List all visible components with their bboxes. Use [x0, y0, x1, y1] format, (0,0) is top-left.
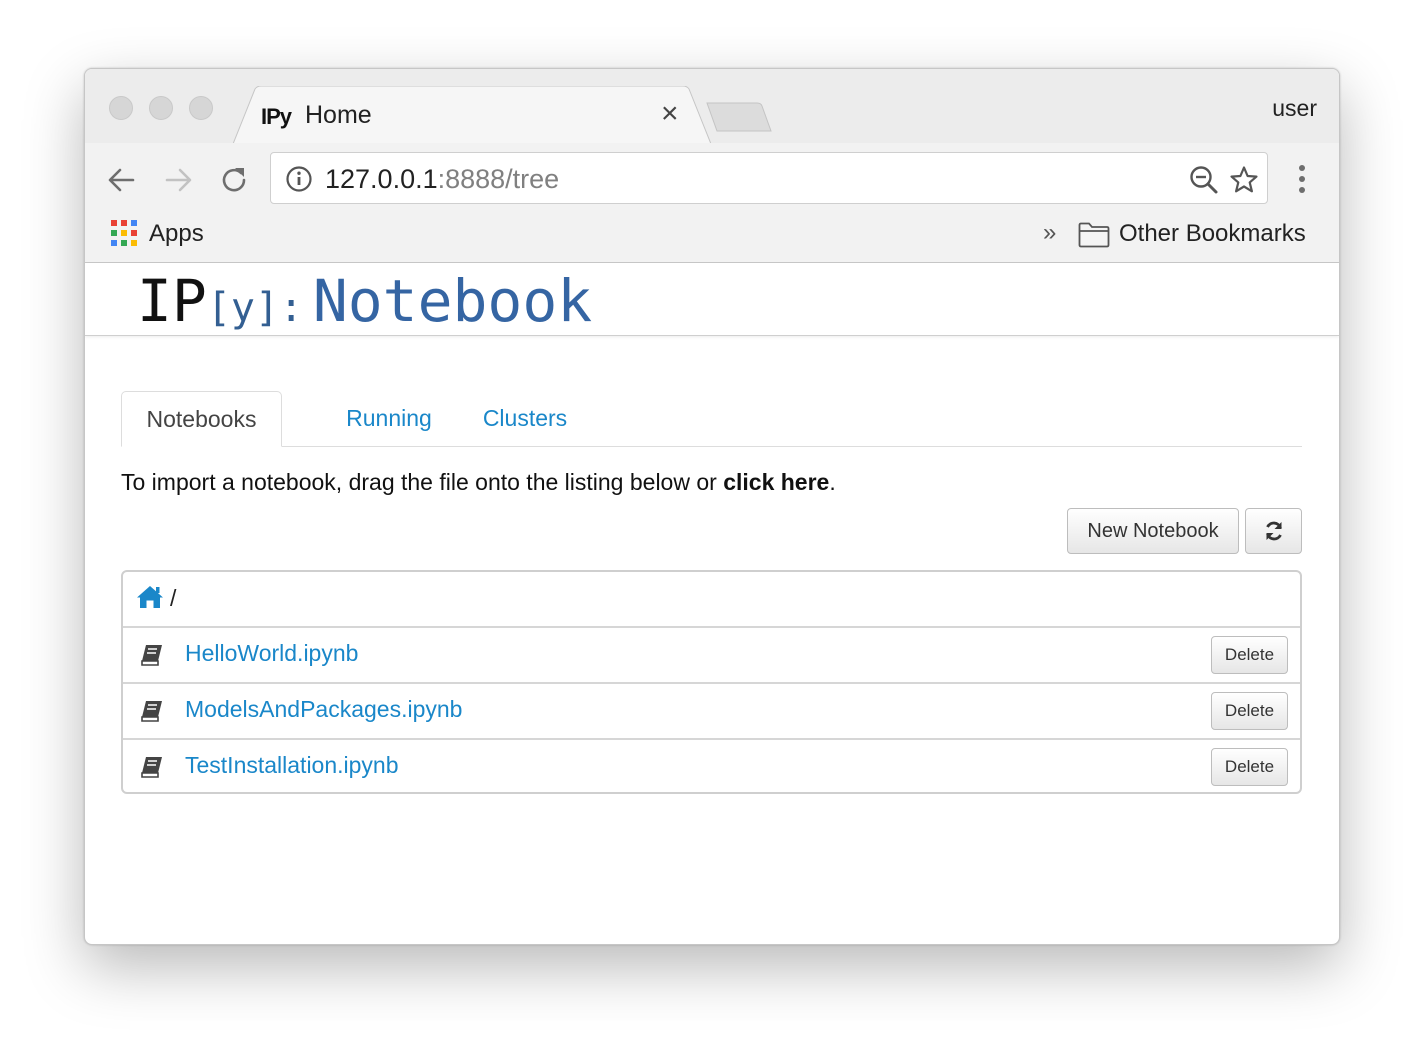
logo-ip-text: IP: [137, 267, 207, 335]
notebook-link[interactable]: ModelsAndPackages.ipynb: [185, 696, 462, 723]
bookmarks-bar: Apps » Other Bookmarks: [85, 215, 1339, 263]
list-item: TestInstallation.ipynb Delete: [123, 738, 1300, 794]
back-arrow-icon[interactable]: [105, 163, 139, 197]
notebook-link[interactable]: HelloWorld.ipynb: [185, 640, 358, 667]
reload-icon[interactable]: [217, 163, 251, 197]
other-bookmarks[interactable]: Other Bookmarks: [1119, 220, 1306, 248]
notebook-book-icon: [141, 645, 162, 666]
breadcrumb: /: [123, 572, 1300, 626]
delete-button[interactable]: Delete: [1211, 636, 1288, 674]
logo-y-text: [y]:: [206, 285, 304, 331]
url-text[interactable]: 127.0.0.1:8888/tree: [325, 164, 559, 195]
breadcrumb-separator: /: [170, 585, 177, 611]
url-path: :8888/tree: [437, 164, 560, 194]
notebook-list: / HelloWorld.ipynb Delete ModelsAndPacka…: [121, 570, 1302, 794]
click-here-link[interactable]: click here: [723, 469, 829, 495]
dashboard-tabs: Notebooks Running Clusters: [121, 391, 1302, 447]
notebook-link[interactable]: TestInstallation.ipynb: [185, 752, 399, 779]
browser-menu-icon[interactable]: [1290, 163, 1314, 197]
bookmarks-overflow-icon[interactable]: »: [1043, 219, 1056, 247]
info-icon[interactable]: [285, 165, 313, 193]
apps-bookmark[interactable]: Apps: [149, 220, 204, 248]
zoom-window-button[interactable]: [189, 96, 213, 120]
bookmark-star-icon[interactable]: [1229, 165, 1259, 195]
list-item: ModelsAndPackages.ipynb Delete: [123, 682, 1300, 738]
browser-tab-home[interactable]: IPy Home ×: [233, 86, 711, 144]
refresh-button[interactable]: [1245, 508, 1302, 554]
new-notebook-button[interactable]: New Notebook: [1067, 508, 1239, 554]
import-text-prefix: To import a notebook, drag the file onto…: [121, 469, 724, 495]
notebook-book-icon: [141, 701, 162, 722]
delete-button[interactable]: Delete: [1211, 692, 1288, 730]
tab-notebooks[interactable]: Notebooks: [121, 391, 282, 447]
ipython-logo[interactable]: IP[y]: Notebook: [137, 267, 592, 335]
folder-icon: [1078, 222, 1110, 248]
tab-title: Home: [305, 101, 372, 129]
tab-favicon: IPy: [261, 104, 292, 129]
close-window-button[interactable]: [109, 96, 133, 120]
minimize-window-button[interactable]: [149, 96, 173, 120]
zoom-out-icon[interactable]: [1189, 165, 1219, 195]
new-tab-button[interactable]: [705, 101, 775, 133]
import-instructions: To import a notebook, drag the file onto…: [121, 469, 836, 496]
home-icon[interactable]: [136, 585, 164, 609]
tab-close-icon[interactable]: ×: [661, 99, 679, 129]
tab-running[interactable]: Running: [306, 391, 472, 446]
logo-notebook-text: Notebook: [312, 267, 593, 335]
browser-toolbar: 127.0.0.1:8888/tree: [85, 143, 1339, 215]
apps-grid-icon[interactable]: [111, 220, 139, 248]
browser-window: IPy Home × user 127.0.0.1:8888/tree Apps…: [84, 68, 1340, 945]
url-host: 127.0.0.1: [325, 164, 438, 194]
tab-strip: IPy Home × user: [85, 69, 1339, 144]
profile-user-label[interactable]: user: [1272, 95, 1317, 122]
page-header: IP[y]: Notebook: [85, 263, 1339, 336]
list-item: HelloWorld.ipynb Delete: [123, 626, 1300, 682]
forward-arrow-icon[interactable]: [161, 163, 195, 197]
tab-clusters[interactable]: Clusters: [471, 391, 579, 446]
refresh-icon: [1265, 521, 1282, 541]
delete-button[interactable]: Delete: [1211, 748, 1288, 786]
address-bar[interactable]: 127.0.0.1:8888/tree: [270, 152, 1268, 204]
import-text-suffix: .: [829, 469, 836, 495]
notebook-book-icon: [141, 757, 162, 778]
